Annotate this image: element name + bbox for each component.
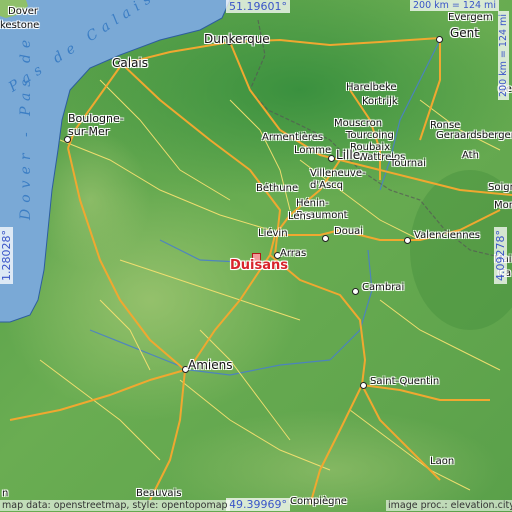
place-dover: Dover — [8, 6, 38, 17]
place-beauvais: Beauvais — [136, 488, 182, 499]
place-armentieres: Armentières — [262, 132, 324, 143]
place-ath: Ath — [462, 150, 479, 161]
strait-label-vertical: Dover - Pas de — [18, 33, 34, 220]
city-dot-saint-quentin — [360, 382, 367, 389]
place-bethune: Béthune — [256, 183, 299, 194]
coord-right: 4.09278° — [494, 227, 507, 284]
elevation-map[interactable]: Pas de Calais Dover - Pas de Dover kesto… — [0, 0, 512, 512]
place-mon: Mon — [494, 200, 512, 211]
attribution-right: image proc.: elevation.city — [386, 500, 512, 511]
place-cambrai: Cambrai — [362, 282, 405, 293]
city-dot-cambrai — [352, 288, 359, 295]
place-geraardsbergen: Geraardsbergen — [436, 130, 512, 141]
city-dot-lille — [328, 155, 335, 162]
coord-top: 51.19601° — [226, 0, 290, 13]
place-dunkerque: Dunkerque — [204, 32, 270, 46]
place-tourcoing: Tourcoing — [346, 130, 394, 141]
place-lievin: Liévin — [258, 228, 288, 239]
attribution-left: map data: openstreetmap, style: opentopo… — [0, 500, 230, 511]
place-evergem: Evergem — [448, 12, 493, 23]
place-saint-quentin: Saint-Quentin — [370, 376, 440, 387]
place-lens: Lens — [288, 211, 312, 222]
city-dot-valenciennes — [404, 237, 411, 244]
place-valenciennes: Valenciennes — [414, 230, 480, 241]
place-amiens: Amiens — [188, 358, 233, 372]
place-compiegne: Compiègne — [290, 496, 347, 507]
place-lille: Lille — [336, 148, 361, 162]
place-kestone: kestone — [0, 20, 40, 31]
coord-left: 1.28028° — [0, 227, 13, 284]
place-douai: Douai — [334, 226, 364, 237]
place-tournai: Tournai — [390, 158, 427, 169]
place-mouscron: Mouscron — [334, 118, 383, 129]
place-gent: Gent — [450, 26, 479, 40]
scale-horizontal: 200 km = 124 mi — [410, 0, 499, 11]
place-laon: Laon — [430, 456, 455, 467]
place-n: n — [2, 488, 9, 499]
place-boulogne: Boulogne-sur-Mer — [68, 112, 124, 138]
scale-vertical: 200 km = 124 mi — [498, 11, 509, 100]
place-harelbeke: Harelbeke — [346, 82, 397, 93]
place-villeneuve: Villeneuve-d'Ascq — [310, 168, 366, 191]
coord-bottom: 49.39969° — [226, 498, 290, 511]
place-soign: Soign — [488, 182, 512, 193]
city-dot-douai — [322, 235, 329, 242]
place-lomme: Lomme — [294, 145, 332, 156]
city-dot-gent — [436, 36, 443, 43]
highlight-town-label: Duisans — [230, 258, 289, 273]
place-kortrijk: Kortrijk — [362, 96, 398, 107]
place-calais: Calais — [112, 56, 149, 70]
